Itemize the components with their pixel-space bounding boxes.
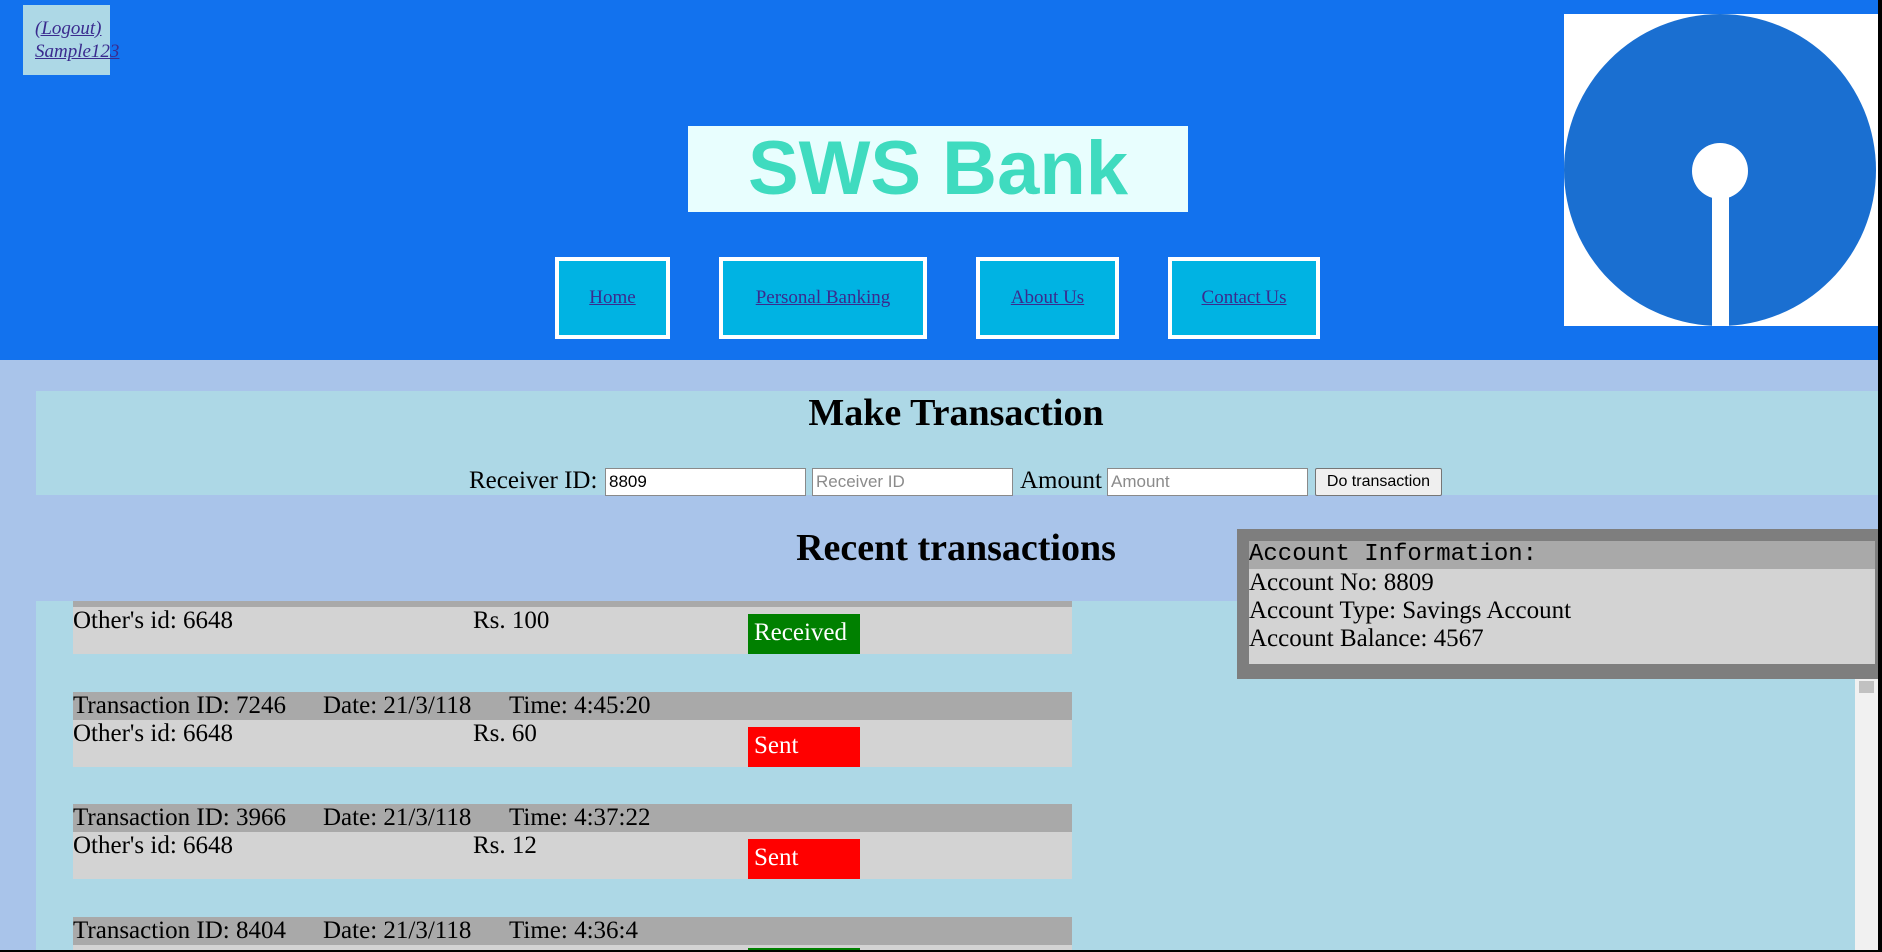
status-badge: Sent xyxy=(748,839,860,879)
status-badge: Sent xyxy=(748,727,860,767)
nav-contact-us[interactable]: Contact Us xyxy=(1168,257,1320,339)
other-id: Other's id: 6648 xyxy=(73,832,234,859)
transaction-body: Other's id: 6648 Rs. 100 Received xyxy=(73,607,1072,654)
transaction-time: Time: 4:45:20 xyxy=(509,692,651,719)
account-info-content: Account Information: Account No: 8809 Ac… xyxy=(1249,541,1875,664)
bank-title: SWS Bank xyxy=(688,126,1188,212)
transaction-time: Time: 4:37:22 xyxy=(509,804,651,831)
transaction-body: Other's id: 6648 Rs. 12 Sent xyxy=(73,832,1072,879)
nav-contact-us-link[interactable]: Contact Us xyxy=(1202,287,1287,308)
nav-personal-banking-link[interactable]: Personal Banking xyxy=(756,287,891,308)
transaction-time: Time: 4:36:4 xyxy=(509,917,638,944)
receiver-id-label: Receiver ID: xyxy=(469,467,598,494)
transaction-id: Transaction ID: 7246 xyxy=(73,692,286,719)
nav-about-us[interactable]: About Us xyxy=(976,257,1119,339)
amount: Rs. 12 xyxy=(473,832,537,859)
scrollbar-thumb[interactable] xyxy=(1859,681,1874,693)
sender-id-input[interactable] xyxy=(605,468,806,496)
transaction-item: Transaction ID: 7246 Date: 21/3/118 Time: … xyxy=(73,692,1072,767)
transaction-id: Transaction ID: 8404 xyxy=(73,917,286,944)
account-balance: Account Balance: 4567 xyxy=(1249,625,1484,652)
nav-home[interactable]: Home xyxy=(555,257,670,339)
amount: Rs. 60 xyxy=(473,720,537,747)
header: (Logout) Sample123 SWS Bank Home Persona… xyxy=(0,0,1878,360)
account-info-panel: Account Information: Account No: 8809 Ac… xyxy=(1237,529,1878,679)
transaction-header: Transaction ID: 8404 Date: 21/3/118 Time: … xyxy=(73,917,1072,945)
transaction-date: Date: 21/3/118 xyxy=(323,917,472,944)
account-type: Account Type: Savings Account xyxy=(1249,597,1572,624)
transaction-date: Date: 21/3/118 xyxy=(323,692,472,719)
transaction-item: Transaction ID: 8404 Date: 21/3/118 Time: … xyxy=(73,917,1072,950)
status-badge: Received xyxy=(748,614,860,654)
transaction-body: Other's id: 6648 Rs. 60 Sent xyxy=(73,720,1072,767)
transaction-item: Transaction ID: 3966 Date: 21/3/118 Time: … xyxy=(73,804,1072,879)
make-transaction-heading: Make Transaction xyxy=(808,392,1104,434)
scrollbar[interactable] xyxy=(1855,679,1878,950)
sbi-keyhole-logo-icon xyxy=(1564,14,1878,326)
user-box: (Logout) Sample123 xyxy=(23,5,119,75)
status-badge xyxy=(748,948,860,950)
transaction-body xyxy=(73,945,1072,950)
transaction-id: Transaction ID: 3966 xyxy=(73,804,286,831)
nav-personal-banking[interactable]: Personal Banking xyxy=(719,257,927,339)
transaction-header: Transaction ID: 3966 Date: 21/3/118 Time: … xyxy=(73,804,1072,832)
amount-input[interactable] xyxy=(1107,468,1308,496)
amount: Rs. 100 xyxy=(473,607,550,634)
account-number: Account No: 8809 xyxy=(1249,569,1434,596)
transaction-date: Date: 21/3/118 xyxy=(323,804,472,831)
nav-home-link[interactable]: Home xyxy=(589,287,635,308)
nav-about-us-link[interactable]: About Us xyxy=(1011,287,1084,308)
username-link[interactable]: Sample123 xyxy=(35,40,119,63)
other-id: Other's id: 6648 xyxy=(73,720,234,747)
do-transaction-button[interactable]: Do transaction xyxy=(1315,468,1442,496)
transaction-item: Other's id: 6648 Rs. 100 Received xyxy=(73,601,1072,654)
logout-link[interactable]: (Logout) xyxy=(35,17,110,40)
page: (Logout) Sample123 SWS Bank Home Persona… xyxy=(0,0,1878,950)
amount-label: Amount xyxy=(1020,467,1102,494)
other-id: Other's id: 6648 xyxy=(73,607,234,634)
account-info-title: Account Information: xyxy=(1249,541,1875,569)
receiver-id-input[interactable] xyxy=(812,468,1013,496)
transaction-header: Transaction ID: 7246 Date: 21/3/118 Time: … xyxy=(73,692,1072,720)
